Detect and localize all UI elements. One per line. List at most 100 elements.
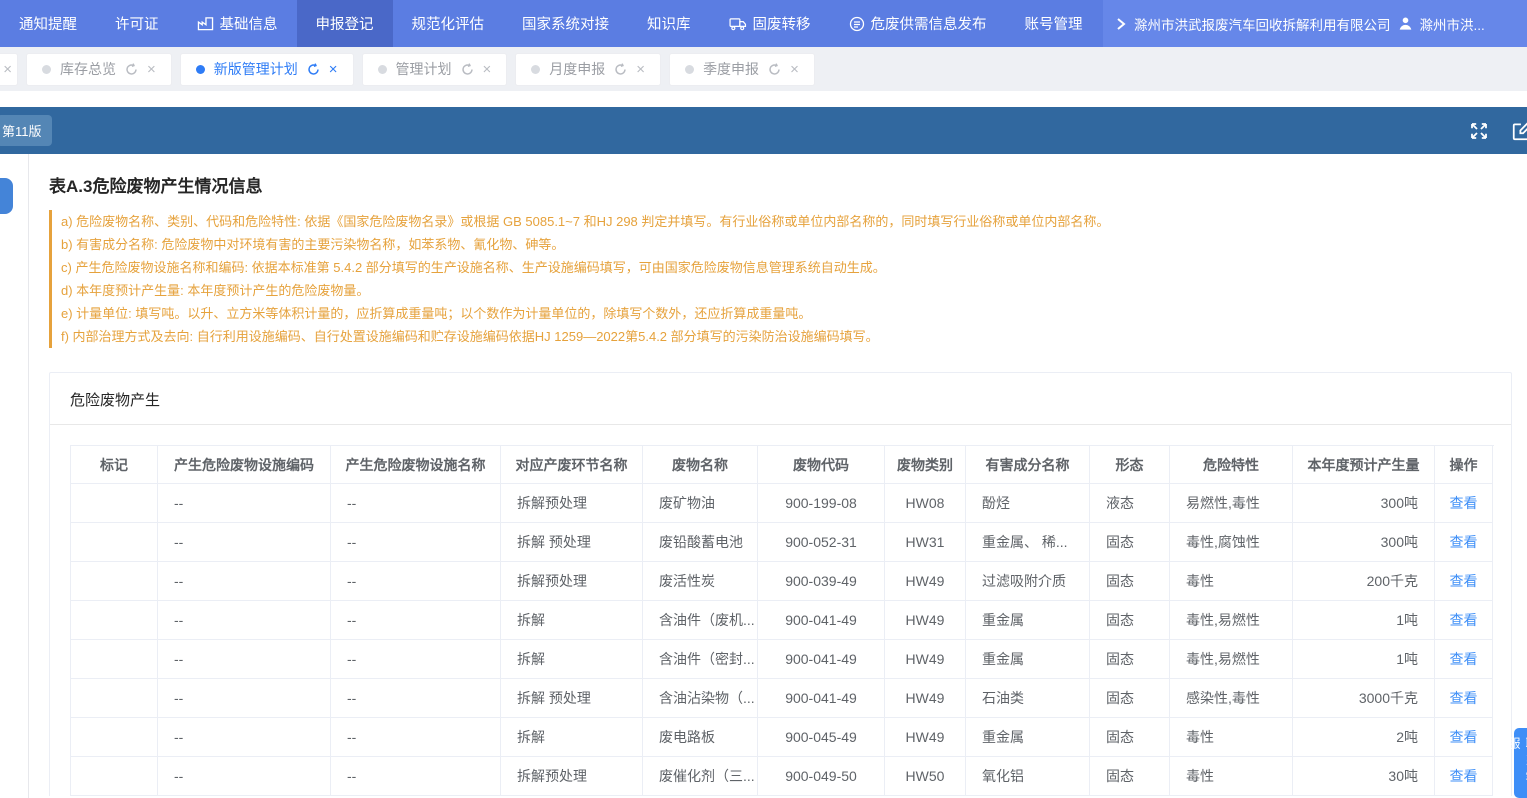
nav-item[interactable]: 许可证: [96, 0, 178, 47]
table-cell-actions: 查看: [1435, 562, 1493, 601]
view-link[interactable]: 查看: [1450, 727, 1478, 747]
table-row: ----拆解预处理废催化剂（三...900-049-50HW50氧化铝固态毒性3…: [71, 757, 1494, 796]
tab[interactable]: 库存总览 ×: [26, 53, 172, 86]
table-cell-actions: 查看: [1435, 679, 1493, 718]
customer-service-tab[interactable]: 联系客服: [1514, 728, 1527, 798]
table-cell: --: [158, 523, 331, 562]
tab[interactable]: 新版管理计划×: [180, 53, 354, 86]
refresh-icon[interactable]: [461, 63, 474, 76]
table-cell: 300吨: [1293, 484, 1435, 523]
user-name[interactable]: 滁州市洪...: [1420, 14, 1485, 34]
view-link[interactable]: 查看: [1450, 571, 1478, 591]
waste-table: 标记产生危险废物设施编码产生危险废物设施名称对应产废环节名称废物名称废物代码废物…: [70, 445, 1494, 796]
view-link[interactable]: 查看: [1450, 532, 1478, 552]
table-cell: --: [158, 718, 331, 757]
table-cell: HW50: [885, 757, 966, 796]
table-cell: HW49: [885, 640, 966, 679]
view-link[interactable]: 查看: [1450, 688, 1478, 708]
table-cell: HW49: [885, 562, 966, 601]
tab[interactable]: 季度申报 ×: [669, 53, 815, 86]
table-cell: --: [158, 757, 331, 796]
table-row: ----拆解含油件（废机...900-041-49HW49重金属固态毒性,易燃性…: [71, 601, 1494, 640]
close-icon[interactable]: ×: [483, 62, 492, 77]
nav-item[interactable]: 通知提醒: [0, 0, 96, 47]
table-cell: --: [331, 601, 501, 640]
tab[interactable]: 管理计划×: [362, 53, 508, 86]
left-drawer-handle[interactable]: [0, 178, 13, 214]
nav-item[interactable]: 申报登记: [297, 0, 393, 47]
close-icon[interactable]: ×: [3, 62, 12, 77]
chevron-right-icon[interactable]: [1115, 17, 1127, 31]
refresh-icon[interactable]: [768, 63, 781, 76]
column-header: 操作: [1435, 446, 1493, 484]
edit-icon[interactable]: [1511, 120, 1527, 142]
nav-item-label: 固废转移: [753, 13, 811, 34]
tab-label: 季度申报: [703, 59, 759, 79]
table-cell-actions: 查看: [1435, 640, 1493, 679]
table-cell: 900-045-49: [758, 718, 885, 757]
table-cell: 拆解 预处理: [501, 523, 643, 562]
table-row: ----拆解预处理废活性炭900-039-49HW49过滤吸附介质固态毒性200…: [71, 562, 1494, 601]
notes-block: a) 危险废物名称、类别、代码和危险特性: 依据《国家危险废物名录》或根据 GB…: [49, 210, 1512, 348]
nav-item[interactable]: 国家系统对接: [503, 0, 628, 47]
refresh-icon[interactable]: [614, 63, 627, 76]
refresh-icon[interactable]: [125, 63, 138, 76]
nav-item[interactable]: 账号管理: [1006, 0, 1102, 47]
tab-label: 库存总览: [60, 59, 116, 79]
table-cell: --: [331, 562, 501, 601]
table-cell: 石油类: [966, 679, 1090, 718]
note-line: c) 产生危险废物设施名称和编码: 依据本标准第 5.4.2 部分填写的生产设施…: [61, 256, 1512, 279]
table-cell: --: [331, 757, 501, 796]
table-cell: --: [331, 484, 501, 523]
nav-item-label: 知识库: [647, 13, 691, 34]
company-name: 滁州市洪武报废汽车回收拆解利用有限公司: [1134, 14, 1391, 34]
table-cell-actions: 查看: [1435, 523, 1493, 562]
table-cell: 1吨: [1293, 640, 1435, 679]
close-icon[interactable]: ×: [147, 62, 156, 77]
table-cell: 拆解预处理: [501, 484, 643, 523]
table-cell: --: [331, 640, 501, 679]
close-icon[interactable]: ×: [636, 62, 645, 77]
column-header: 危险特性: [1170, 446, 1293, 484]
tab[interactable]: 月度申报×: [515, 53, 661, 86]
table-cell: --: [158, 679, 331, 718]
table-cell: 900-041-49: [758, 601, 885, 640]
note-line: e) 计量单位: 填写吨。以升、立方米等体积计量的，应折算成重量吨；以个数作为计…: [61, 302, 1512, 325]
nav-item-label: 危废供需信息发布: [871, 13, 987, 34]
nav-item[interactable]: 知识库: [628, 0, 710, 47]
table-cell: 酚烃: [966, 484, 1090, 523]
table-cell: 过滤吸附介质: [966, 562, 1090, 601]
view-link[interactable]: 查看: [1450, 610, 1478, 630]
refresh-icon[interactable]: [307, 63, 320, 76]
table-cell: 拆解: [501, 718, 643, 757]
close-icon[interactable]: ×: [790, 62, 799, 77]
table-cell: 200千克: [1293, 562, 1435, 601]
table-cell: 拆解预处理: [501, 562, 643, 601]
table-cell: 固态: [1090, 640, 1170, 679]
nav-item[interactable]: 规范化评估: [393, 0, 504, 47]
table-cell: [71, 718, 158, 757]
table-cell: 重金属: [966, 601, 1090, 640]
nav-item-label: 基础信息: [220, 13, 278, 34]
user-icon[interactable]: [1398, 16, 1413, 31]
view-link[interactable]: 查看: [1450, 766, 1478, 786]
fullscreen-icon[interactable]: [1469, 121, 1489, 141]
close-icon[interactable]: ×: [329, 62, 338, 77]
note-line: b) 有害成分名称: 危险废物中对环境有害的主要污染物名称，如苯系物、氰化物、砷…: [61, 233, 1512, 256]
table-cell: 重金属: [966, 718, 1090, 757]
table-cell: 毒性,腐蚀性: [1170, 523, 1293, 562]
view-link[interactable]: 查看: [1450, 649, 1478, 669]
table-cell: 900-039-49: [758, 562, 885, 601]
nav-item[interactable]: 危废供需信息发布: [830, 0, 1006, 47]
note-line: a) 危险废物名称、类别、代码和危险特性: 依据《国家危险废物名录》或根据 GB…: [61, 210, 1512, 233]
view-link[interactable]: 查看: [1450, 493, 1478, 513]
column-header: 标记: [71, 446, 158, 484]
tab-status-dot: [531, 65, 540, 74]
table-cell: 拆解: [501, 601, 643, 640]
table-cell: [71, 562, 158, 601]
top-navbar: 通知提醒许可证 基础信息申报登记规范化评估国家系统对接知识库 固废转移 危废供需信息发…: [0, 0, 1527, 47]
nav-item[interactable]: 固废转移: [710, 0, 830, 47]
nav-item[interactable]: 基础信息: [178, 0, 297, 47]
table-cell: 含油沾染物（...: [643, 679, 758, 718]
tab-clipped[interactable]: ×: [0, 53, 18, 86]
